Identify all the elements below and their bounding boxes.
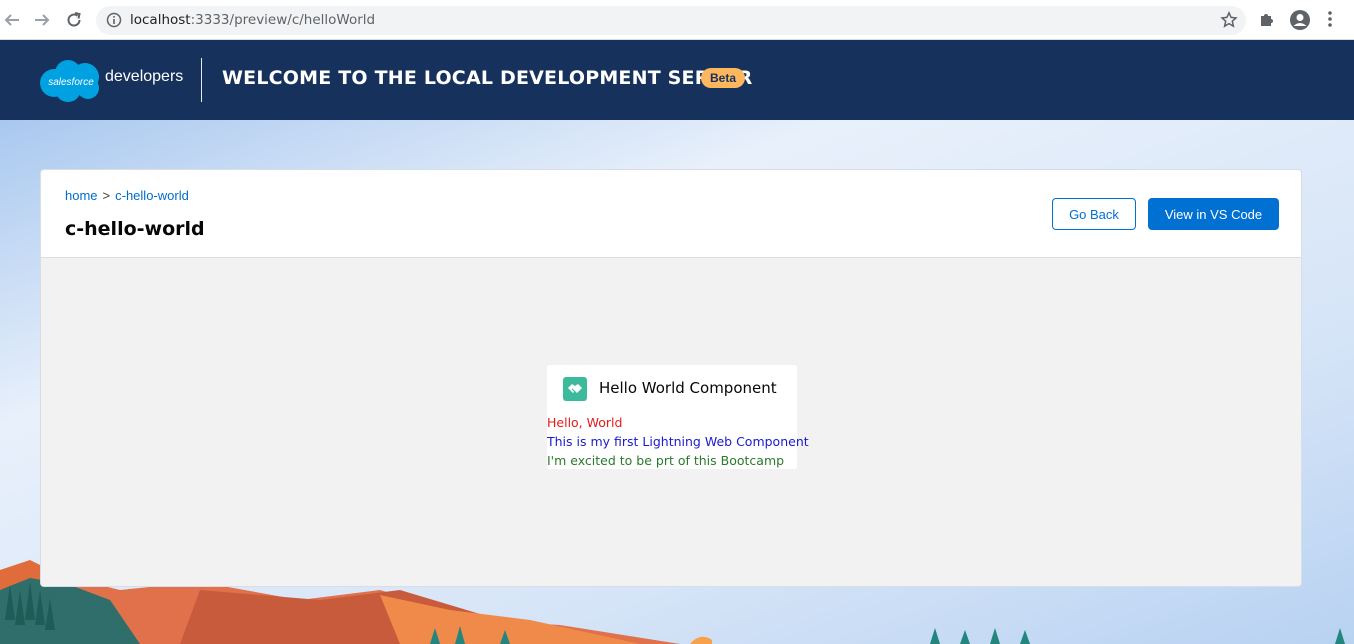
back-arrow-icon[interactable] bbox=[0, 8, 24, 32]
salesforce-cloud-logo[interactable]: salesforce bbox=[38, 57, 104, 108]
brand-developers: developers bbox=[105, 68, 184, 85]
header-divider bbox=[201, 58, 202, 102]
breadcrumb-separator: > bbox=[102, 188, 111, 203]
site-header: salesforce developers WELCOME TO THE LOC… bbox=[0, 40, 1354, 120]
handshake-icon bbox=[563, 377, 587, 401]
kebab-menu-icon[interactable] bbox=[1326, 10, 1334, 33]
profile-avatar-icon[interactable] bbox=[1289, 9, 1311, 36]
view-in-vscode-button[interactable]: View in VS Code bbox=[1148, 198, 1279, 230]
bookmark-star-icon[interactable] bbox=[1220, 10, 1238, 34]
url-host: localhost bbox=[130, 12, 191, 28]
forward-arrow-icon[interactable] bbox=[30, 8, 54, 32]
breadcrumb-current-link[interactable]: c-hello-world bbox=[115, 188, 189, 203]
component-title: Hello World Component bbox=[599, 379, 777, 397]
preview-card: home > c-hello-world c-hello-world Go Back… bbox=[40, 169, 1302, 587]
component-line-first-lwc: This is my first Lightning Web Component bbox=[547, 434, 809, 449]
hello-world-component: Hello World Component Hello, World This … bbox=[547, 365, 809, 469]
go-back-button[interactable]: Go Back bbox=[1052, 198, 1136, 230]
breadcrumb: home > c-hello-world bbox=[65, 188, 189, 203]
component-line-bootcamp: I'm excited to be prt of this Bootcamp bbox=[547, 453, 785, 468]
url-path: :3333/preview/c/helloWorld bbox=[190, 12, 376, 28]
browser-toolbar: localhost:3333/preview/c/helloWorld bbox=[0, 0, 1354, 40]
info-icon[interactable] bbox=[106, 12, 122, 33]
reload-icon[interactable] bbox=[62, 8, 86, 32]
component-line-hello: Hello, World bbox=[547, 415, 623, 430]
beta-badge: Beta bbox=[701, 68, 746, 88]
breadcrumb-home-link[interactable]: home bbox=[65, 188, 98, 203]
header-title: WELCOME TO THE LOCAL DEVELOPMENT SERVER bbox=[222, 67, 753, 89]
page-title: c-hello-world bbox=[65, 218, 205, 240]
svg-text:salesforce: salesforce bbox=[48, 77, 94, 88]
extensions-puzzle-icon[interactable] bbox=[1258, 10, 1276, 33]
address-bar[interactable]: localhost:3333/preview/c/helloWorld bbox=[96, 6, 1246, 35]
url-text: localhost:3333/preview/c/helloWorld bbox=[130, 12, 375, 28]
card-header: home > c-hello-world c-hello-world Go Back… bbox=[41, 170, 1301, 258]
